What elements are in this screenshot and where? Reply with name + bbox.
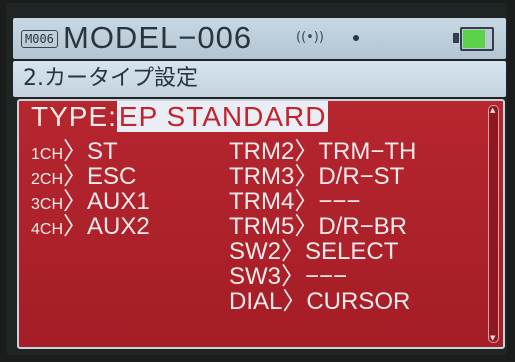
page-title-bar: 2.カータイプ設定 [13, 61, 506, 97]
channel-function: 〉ESC [63, 163, 137, 190]
assignment-sw3[interactable]: SW3〉−−− [229, 264, 347, 289]
battery-level-fill [463, 30, 486, 48]
channel-item-4[interactable]: 4CH〉AUX2 [31, 214, 150, 242]
antenna-icon: ((•)) [296, 30, 324, 45]
assignment-trm5[interactable]: TRM5〉D/R−BR [229, 214, 407, 239]
settings-panel: TYPE:EP STANDARD 1CH〉ST 2CH〉ESC 3CH〉AUX1… [17, 99, 505, 349]
page-title: 2.カータイプ設定 [23, 66, 198, 91]
channel-function: 〉AUX2 [63, 213, 150, 240]
assignment-trm2[interactable]: TRM2〉TRM−TH [229, 139, 416, 164]
lcd-screen: M006 MODEL−006 ((•)) 2.カータイプ設定 TYPE:EP S… [6, 3, 507, 355]
channel-label: 3CH [31, 196, 64, 213]
type-label: TYPE: [31, 101, 117, 132]
model-name: MODEL−006 [63, 20, 253, 55]
channel-label: 4CH [31, 221, 64, 238]
channel-function: 〉AUX1 [63, 188, 150, 215]
scroll-down-icon: ▼ [490, 334, 496, 342]
type-value[interactable]: EP STANDARD [116, 101, 329, 132]
assignment-trm3[interactable]: TRM3〉D/R−ST [229, 164, 404, 189]
header-bar: M006 MODEL−006 ((•)) [13, 18, 506, 59]
model-badge: M006 [21, 30, 58, 48]
channel-function: 〉ST [63, 138, 118, 165]
assignment-trm4[interactable]: TRM4〉−−− [229, 189, 360, 214]
channel-label: 2CH [31, 171, 64, 188]
assignment-dial[interactable]: DIAL〉CURSOR [229, 289, 410, 314]
scroll-up-icon: ▲ [490, 106, 496, 114]
type-row[interactable]: TYPE:EP STANDARD [31, 101, 329, 132]
channel-label: 1CH [31, 146, 64, 163]
battery-icon [460, 27, 494, 51]
assignment-sw2[interactable]: SW2〉SELECT [229, 239, 398, 264]
scrollbar[interactable]: ▲ ▼ [488, 105, 499, 343]
status-dot-icon [353, 35, 359, 41]
battery-tip-icon [453, 33, 459, 43]
